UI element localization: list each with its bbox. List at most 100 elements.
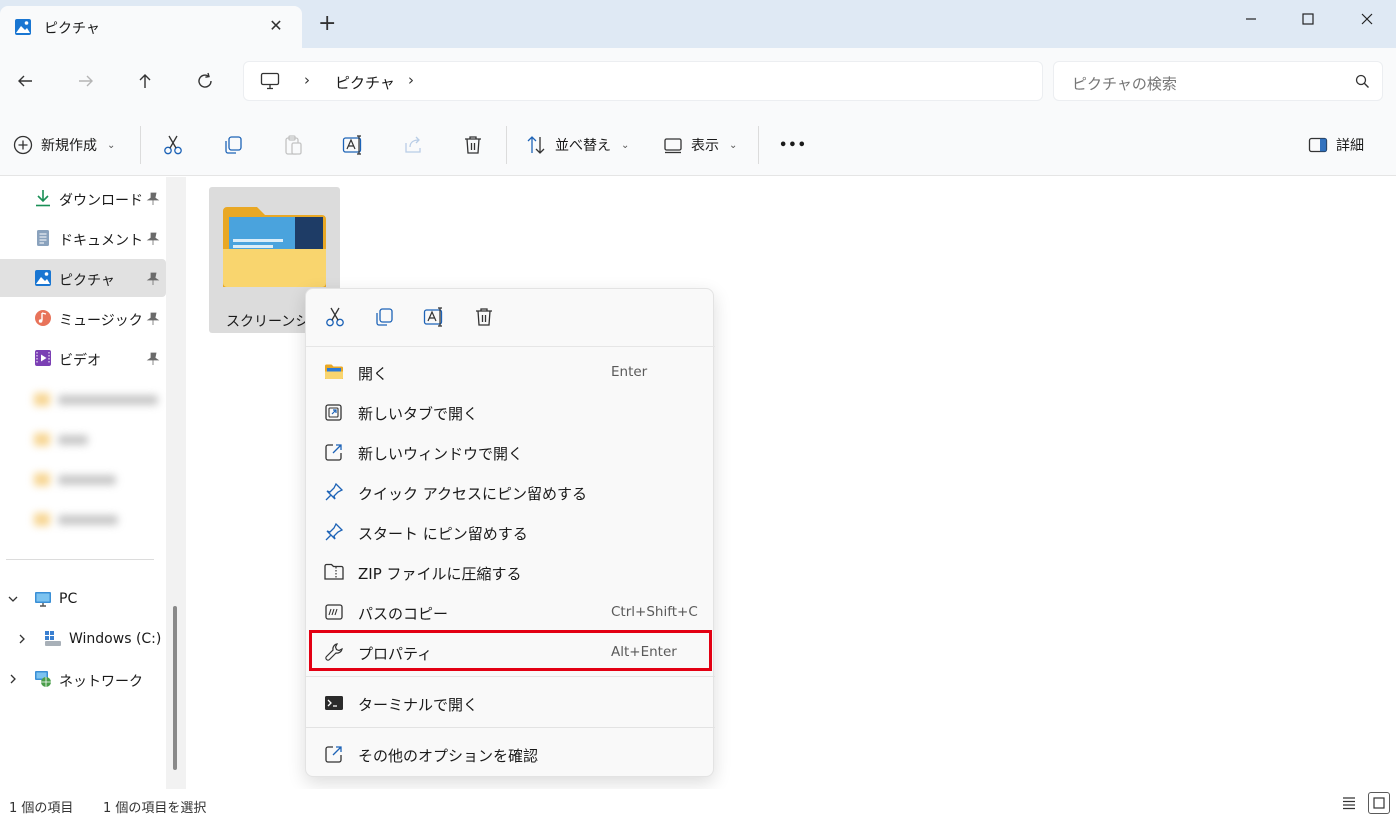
sidebar-item-music[interactable]: ミュージック (0, 299, 166, 337)
rename-icon (342, 135, 362, 155)
rename-button[interactable] (342, 132, 364, 158)
sidebar-item-network[interactable]: ネットワーク (0, 660, 166, 698)
search-box[interactable]: ピクチャの検索 (1053, 61, 1383, 101)
paste-button[interactable] (282, 132, 304, 158)
address-bar[interactable]: › ピクチャ › (243, 61, 1043, 101)
chevron-down-icon[interactable] (7, 594, 19, 604)
menu-item-label: ターミナルで開く (358, 696, 479, 714)
menu-item-copy-path[interactable]: パスのコピー Ctrl+Shift+C (306, 592, 715, 632)
sidebar-divider (6, 559, 154, 560)
chevron-down-icon: ⌄ (621, 139, 630, 151)
tab-close-icon[interactable]: ✕ (266, 16, 286, 35)
redacted-folder[interactable] (34, 432, 94, 448)
breadcrumb-pictures[interactable]: ピクチャ (335, 72, 395, 93)
tab-pictures[interactable]: ピクチャ ✕ (0, 6, 302, 48)
chevron-right-icon[interactable] (8, 673, 18, 685)
drive-icon (45, 631, 61, 646)
chevron-right-icon[interactable] (17, 633, 27, 645)
redacted-folder[interactable] (34, 472, 124, 488)
rename-button[interactable] (423, 306, 445, 328)
status-bar: 1 個の項目 1 個の項目を選択 (0, 789, 1396, 817)
search-placeholder: ピクチャの検索 (1072, 75, 1177, 93)
menu-item-open[interactable]: 開く Enter (306, 352, 715, 392)
close-button[interactable] (1352, 4, 1382, 34)
selection-count: 1 個の項目を選択 (103, 801, 207, 816)
sidebar-item-pictures[interactable]: ピクチャ (0, 259, 166, 297)
menu-item-compress-zip[interactable]: ZIP ファイルに圧縮する (306, 552, 715, 592)
menu-item-open-new-window[interactable]: 新しいウィンドウで開く (306, 432, 715, 472)
pin-icon[interactable] (146, 192, 160, 206)
menu-item-label: その他のオプションを確認 (358, 747, 539, 765)
chevron-down-icon: ⌄ (107, 139, 116, 151)
details-button[interactable]: 詳細 (1308, 132, 1364, 158)
back-button[interactable] (12, 68, 38, 94)
refresh-button[interactable] (192, 68, 218, 94)
scissors-icon (164, 135, 182, 155)
pin-start-icon (325, 522, 344, 541)
plus-circle-icon (13, 135, 33, 155)
menu-item-open-new-tab[interactable]: 新しいタブで開く (306, 392, 715, 432)
sidebar-item-label: Windows (C:) (69, 631, 162, 647)
sort-button[interactable]: 並べ替え ⌄ (525, 132, 629, 158)
view-button[interactable]: 表示 ⌄ (663, 132, 737, 158)
thumbnail-view-button[interactable] (1368, 792, 1390, 814)
sidebar-item-documents[interactable]: ドキュメント (0, 219, 166, 257)
terminal-icon (325, 696, 343, 710)
sidebar-item-label: ピクチャ (59, 273, 115, 289)
cut-button[interactable] (162, 132, 184, 158)
chevron-down-icon: ⌄ (729, 139, 738, 151)
arrow-left-icon (18, 75, 32, 87)
trash-icon (476, 308, 492, 326)
details-view-button[interactable] (1338, 792, 1360, 814)
pictures-icon (15, 19, 31, 35)
sidebar-item-drive-c[interactable]: Windows (C:) (0, 620, 166, 658)
pin-icon[interactable] (146, 232, 160, 246)
details-label: 詳細 (1336, 138, 1364, 154)
menu-item-pin-quick-access[interactable]: クイック アクセスにピン留めする (306, 472, 715, 512)
cut-button[interactable] (324, 306, 346, 328)
copy-button[interactable] (222, 132, 244, 158)
menu-item-pin-start[interactable]: スタート にピン留めする (306, 512, 715, 552)
sidebar-scrollbar-thumb[interactable] (173, 606, 177, 770)
up-button[interactable] (132, 68, 158, 94)
refresh-icon (198, 72, 212, 88)
minimize-button[interactable] (1236, 4, 1266, 34)
navigation-pane: ダウンロード ドキュメント ピクチャ ミュージック ビデオ PC Windows… (0, 177, 186, 789)
maximize-button[interactable] (1293, 4, 1323, 34)
sidebar-item-downloads[interactable]: ダウンロード (0, 179, 166, 217)
breadcrumb-separator[interactable]: › (408, 71, 414, 89)
redacted-folder[interactable] (34, 392, 162, 408)
pin-icon[interactable] (146, 312, 160, 326)
new-button[interactable]: 新規作成 ⌄ (13, 132, 115, 158)
delete-button[interactable] (462, 132, 484, 158)
share-button[interactable] (402, 132, 424, 158)
forward-button[interactable] (73, 68, 99, 94)
sidebar-item-videos[interactable]: ビデオ (0, 339, 166, 377)
breadcrumb-separator[interactable]: › (304, 71, 310, 89)
view-icon (664, 138, 682, 154)
network-icon (35, 671, 51, 687)
menu-item-label: ZIP ファイルに圧縮する (358, 565, 522, 583)
divider (140, 126, 141, 164)
folder-open-icon (325, 364, 343, 379)
more-options-button[interactable]: ••• (779, 132, 807, 158)
pin-icon[interactable] (146, 352, 160, 366)
delete-button[interactable] (473, 306, 495, 328)
menu-item-open-terminal[interactable]: ターミナルで開く (306, 683, 715, 723)
download-icon (36, 190, 50, 207)
sidebar-item-pc[interactable]: PC (0, 580, 166, 618)
context-menu-toolbar (306, 289, 715, 347)
redacted-folder[interactable] (34, 512, 124, 528)
pin-icon[interactable] (146, 272, 160, 286)
folder-icon (223, 207, 326, 287)
arrow-right-icon (79, 75, 93, 87)
copy-button[interactable] (373, 306, 395, 328)
menu-item-label: 開く (358, 365, 389, 383)
new-tab-icon (325, 404, 342, 421)
menu-divider (306, 676, 715, 677)
menu-item-more-options[interactable]: その他のオプションを確認 (306, 734, 715, 774)
menu-item-label: パスのコピー (358, 605, 449, 623)
new-tab-button[interactable]: + (318, 13, 336, 35)
minimize-icon (1246, 18, 1256, 20)
sort-icon (527, 136, 545, 154)
